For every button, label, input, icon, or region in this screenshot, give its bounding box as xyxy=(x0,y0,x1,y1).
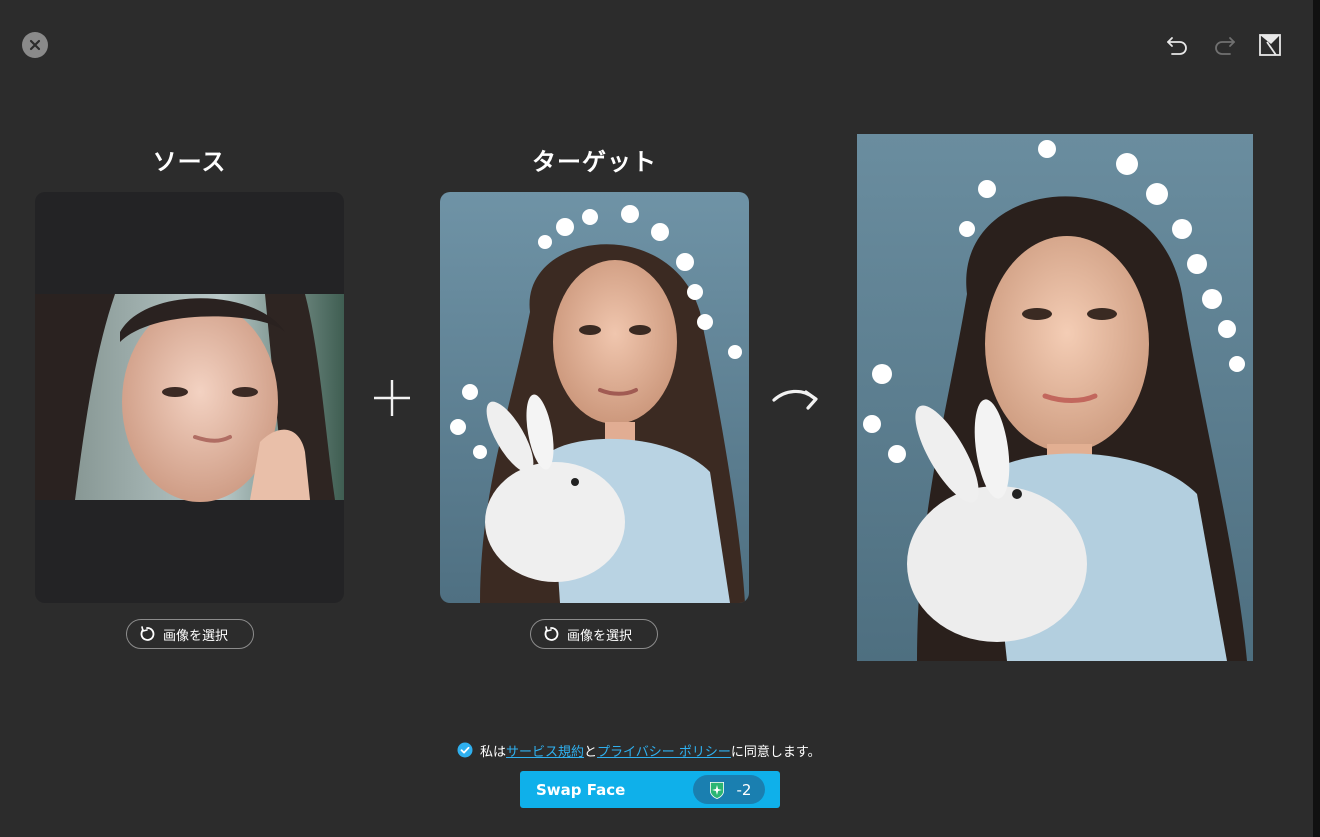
credit-value: -2 xyxy=(736,780,752,799)
consent-text: 私はサービス規約とプライバシー ポリシーに同意します。 xyxy=(480,741,821,760)
result-photo xyxy=(857,134,1253,661)
close-icon xyxy=(29,39,41,51)
eraser-button[interactable] xyxy=(1254,30,1286,60)
terms-link[interactable]: サービス規約 xyxy=(506,745,584,760)
privacy-link[interactable]: プライバシー ポリシー xyxy=(597,745,731,760)
target-select-image-label: 画像を選択 xyxy=(567,628,633,644)
plus-icon xyxy=(374,380,410,416)
window-edge xyxy=(1313,0,1320,837)
eraser-icon xyxy=(1259,34,1281,56)
source-select-image-button[interactable]: 画像を選択 xyxy=(126,619,254,649)
sparkle-shield-icon xyxy=(709,781,724,799)
curved-arrow-icon xyxy=(772,389,818,410)
consent-row: 私はサービス規約とプライバシー ポリシーに同意します。 xyxy=(457,740,821,760)
toolbar xyxy=(1162,30,1286,60)
consent-suffix: に同意します。 xyxy=(730,744,821,760)
refresh-icon xyxy=(140,626,155,641)
source-title: ソース xyxy=(152,148,227,176)
source-image-panel[interactable] xyxy=(35,192,344,603)
target-title: ターゲット xyxy=(532,148,657,176)
source-select-image-label: 画像を選択 xyxy=(163,628,229,644)
result-image xyxy=(857,134,1253,661)
check-circle-icon[interactable] xyxy=(457,742,473,758)
undo-icon xyxy=(1167,37,1187,55)
swap-face-label: Swap Face xyxy=(536,780,626,799)
credit-badge: -2 xyxy=(693,775,765,804)
target-image-panel[interactable] xyxy=(440,192,749,603)
refresh-icon xyxy=(544,626,559,641)
target-select-image-button[interactable]: 画像を選択 xyxy=(530,619,658,649)
swap-face-button[interactable]: Swap Face -2 xyxy=(520,771,780,808)
source-photo xyxy=(35,294,344,502)
close-button[interactable] xyxy=(22,32,48,58)
undo-button[interactable] xyxy=(1162,30,1194,60)
target-photo xyxy=(440,192,749,603)
redo-button[interactable] xyxy=(1208,30,1240,60)
consent-prefix: 私は xyxy=(480,744,507,760)
redo-icon xyxy=(1215,37,1235,55)
consent-middle: と xyxy=(584,744,598,760)
